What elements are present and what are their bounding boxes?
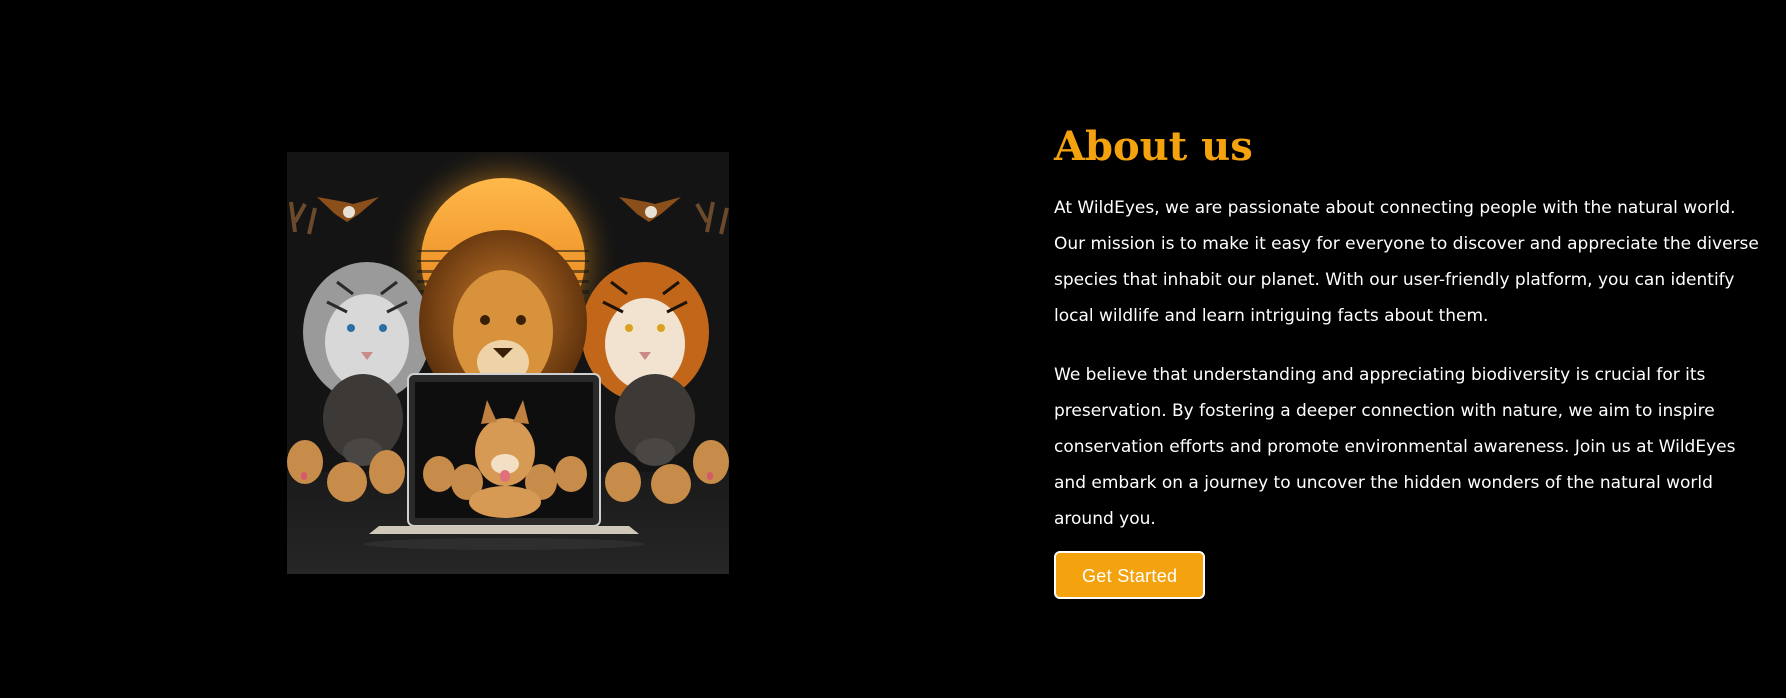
about-paragraph-2: We believe that understanding and apprec…	[1054, 365, 1736, 529]
about-hero-image	[287, 152, 729, 574]
about-paragraph-1: At WildEyes, we are passionate about con…	[1054, 198, 1759, 326]
get-started-button[interactable]: Get Started	[1054, 551, 1206, 599]
about-section: About us At WildEyes, we are passionate …	[1054, 120, 1764, 599]
about-title: About us	[1054, 123, 1253, 170]
